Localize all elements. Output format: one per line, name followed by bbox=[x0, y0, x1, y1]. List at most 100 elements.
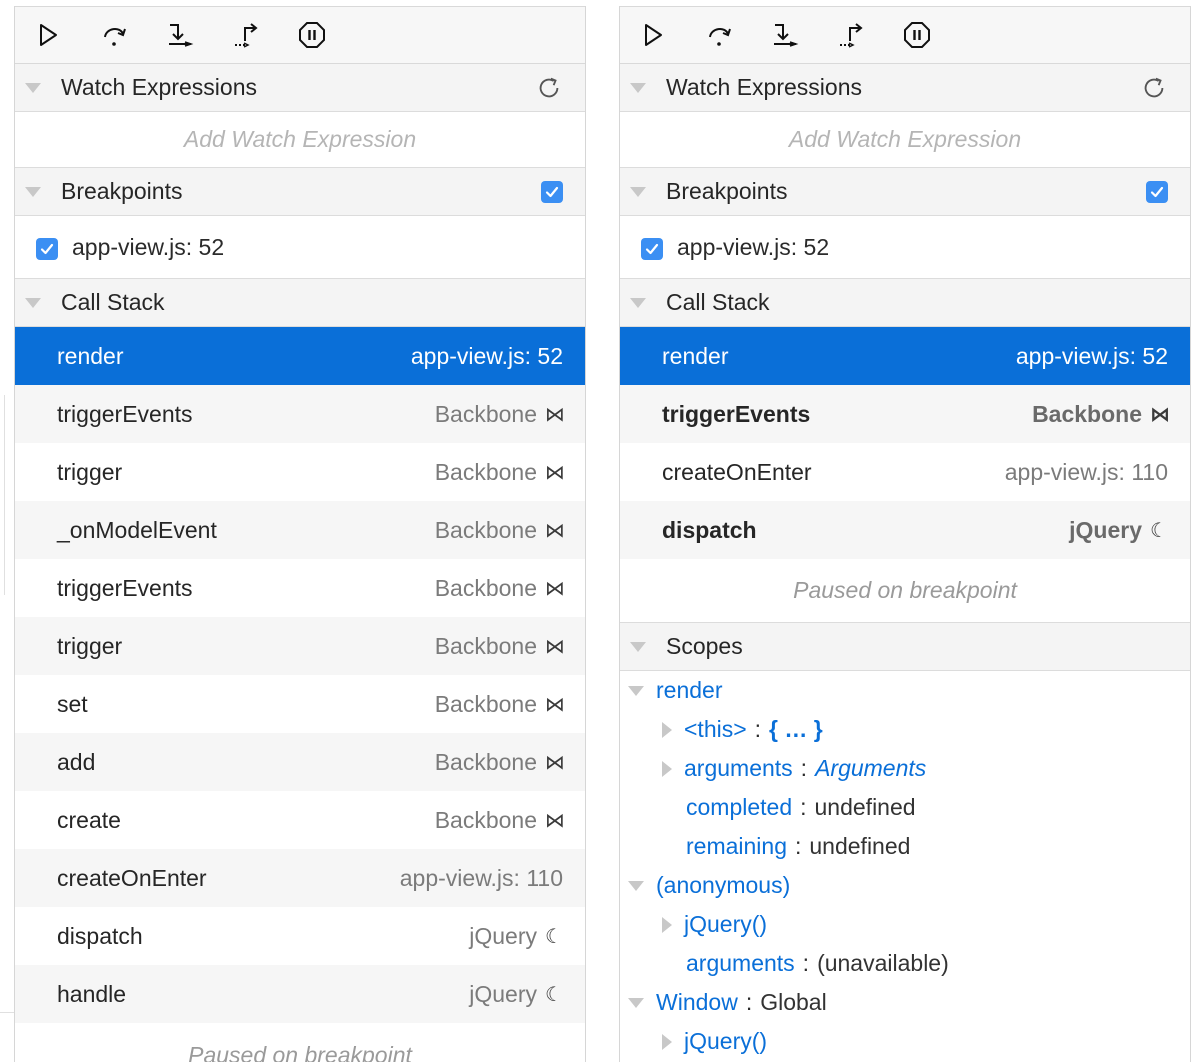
scope-variable: arguments: (unavailable) bbox=[686, 950, 949, 976]
check-icon bbox=[39, 241, 55, 257]
scopes-header[interactable]: Scopes bbox=[620, 623, 1190, 671]
stack-frame[interactable]: set Backbone ⋈ bbox=[15, 675, 585, 733]
background-divider bbox=[4, 395, 5, 595]
scope-variable[interactable]: jQuery() bbox=[620, 905, 1190, 944]
call-stack-list: render app-view.js: 52 triggerEvents Backb… bbox=[620, 327, 1190, 559]
var-value: Arguments bbox=[815, 755, 927, 781]
collapsed-arrow-icon bbox=[662, 1033, 672, 1050]
frame-function: render bbox=[57, 342, 124, 369]
step-out-button[interactable] bbox=[229, 18, 263, 52]
call-stack-header[interactable]: Call Stack bbox=[620, 279, 1190, 327]
breakpoints-header[interactable]: Breakpoints bbox=[620, 168, 1190, 216]
frame-function: _onModelEvent bbox=[57, 516, 217, 543]
stack-frame[interactable]: triggerEvents Backbone ⋈ bbox=[15, 559, 585, 617]
check-icon bbox=[1149, 184, 1165, 200]
frame-location: jQuery bbox=[469, 922, 537, 949]
scope-variable[interactable]: <this>:{ … } bbox=[620, 710, 1190, 749]
add-watch-expression-input[interactable]: Add Watch Expression bbox=[620, 112, 1190, 168]
stack-frame[interactable]: trigger Backbone ⋈ bbox=[15, 617, 585, 675]
frame-function: createOnEnter bbox=[662, 458, 812, 485]
watch-expressions-header[interactable]: Watch Expressions bbox=[15, 64, 585, 112]
frame-location: jQuery bbox=[469, 980, 537, 1007]
frame-location: Backbone bbox=[434, 806, 537, 833]
disclosure-triangle-icon bbox=[630, 641, 646, 652]
scopes-tree: render <this>:{ … } arguments: Arguments … bbox=[620, 671, 1190, 1061]
frame-function: create bbox=[57, 806, 121, 833]
section-title: Watch Expressions bbox=[61, 74, 257, 100]
step-over-button[interactable] bbox=[702, 18, 736, 52]
var-value: (unavailable) bbox=[817, 950, 949, 976]
stack-frame[interactable]: render app-view.js: 52 bbox=[15, 327, 585, 385]
pause-on-exceptions-button[interactable] bbox=[295, 18, 329, 52]
scope-render[interactable]: render bbox=[620, 671, 1190, 710]
disclosure-triangle-icon bbox=[25, 186, 41, 197]
stack-frame[interactable]: _onModelEvent Backbone ⋈ bbox=[15, 501, 585, 559]
frame-location: Backbone bbox=[434, 690, 537, 717]
stack-frame[interactable]: trigger Backbone ⋈ bbox=[15, 443, 585, 501]
refresh-icon bbox=[1140, 74, 1168, 102]
debugger-sidebar-right: Watch Expressions Add Watch Expression B… bbox=[619, 6, 1191, 1062]
frame-function: set bbox=[57, 690, 88, 717]
continue-button[interactable] bbox=[31, 18, 65, 52]
step-out-icon bbox=[231, 20, 261, 50]
section-title: Breakpoints bbox=[666, 178, 788, 204]
breakpoint-item[interactable]: app-view.js: 52 bbox=[15, 216, 585, 279]
stack-frame[interactable]: render app-view.js: 52 bbox=[620, 327, 1190, 385]
refresh-button[interactable] bbox=[535, 74, 563, 102]
pause-icon bbox=[902, 20, 932, 50]
frame-function: triggerEvents bbox=[57, 400, 193, 427]
stack-frame[interactable]: triggerEvents Backbone ⋈ bbox=[15, 385, 585, 443]
frame-location: app-view.js: 52 bbox=[1015, 342, 1168, 369]
jquery-icon: ☾ bbox=[1150, 519, 1168, 542]
step-into-button[interactable] bbox=[163, 18, 197, 52]
scope-variable[interactable]: arguments: Arguments bbox=[620, 749, 1190, 788]
stack-frame-group[interactable]: dispatch jQuery ☾ bbox=[620, 501, 1190, 559]
disclosure-triangle-icon bbox=[25, 297, 41, 308]
breakpoint-checkbox[interactable] bbox=[36, 238, 58, 260]
step-over-button[interactable] bbox=[97, 18, 131, 52]
scope-variable: remaining: undefined bbox=[686, 833, 911, 859]
scope-type: Global bbox=[760, 989, 827, 1015]
frame-location: Backbone bbox=[434, 458, 537, 485]
refresh-icon bbox=[535, 74, 563, 102]
breakpoint-item[interactable]: app-view.js: 52 bbox=[620, 216, 1190, 279]
paused-status: Paused on breakpoint bbox=[188, 1041, 412, 1062]
scope-anonymous[interactable]: (anonymous) bbox=[620, 866, 1190, 905]
step-out-button[interactable] bbox=[834, 18, 868, 52]
frame-location: app-view.js: 110 bbox=[399, 864, 563, 891]
refresh-button[interactable] bbox=[1140, 74, 1168, 102]
breakpoints-header[interactable]: Breakpoints bbox=[15, 168, 585, 216]
stack-frame[interactable]: handle jQuery ☾ bbox=[15, 965, 585, 1023]
toggle-all-breakpoints-checkbox[interactable] bbox=[1146, 180, 1168, 203]
backbone-icon: ⋈ bbox=[545, 751, 565, 774]
frame-location: app-view.js: 110 bbox=[1004, 458, 1168, 485]
disclosure-triangle-icon bbox=[630, 297, 646, 308]
pause-on-exceptions-button[interactable] bbox=[900, 18, 934, 52]
frame-function: trigger bbox=[57, 632, 123, 659]
frame-location: Backbone bbox=[434, 516, 537, 543]
step-into-button[interactable] bbox=[768, 18, 802, 52]
section-title: Watch Expressions bbox=[666, 74, 862, 100]
stack-frame[interactable]: createOnEnter app-view.js: 110 bbox=[15, 849, 585, 907]
var-value: undefined bbox=[809, 833, 911, 859]
stack-frame[interactable]: add Backbone ⋈ bbox=[15, 733, 585, 791]
scope-variable[interactable]: jQuery() bbox=[620, 1022, 1190, 1061]
toggle-all-breakpoints-checkbox[interactable] bbox=[541, 180, 563, 203]
scope-window[interactable]: Window: Global bbox=[620, 983, 1190, 1022]
call-stack-header[interactable]: Call Stack bbox=[15, 279, 585, 327]
backbone-icon: ⋈ bbox=[545, 635, 565, 658]
add-watch-expression-input[interactable]: Add Watch Expression bbox=[15, 112, 585, 168]
stack-frame[interactable]: create Backbone ⋈ bbox=[15, 791, 585, 849]
breakpoint-checkbox[interactable] bbox=[641, 238, 663, 260]
section-title: Call Stack bbox=[61, 289, 165, 315]
var-name: completed bbox=[686, 794, 793, 820]
stack-frame-group[interactable]: triggerEvents Backbone ⋈ bbox=[620, 385, 1190, 443]
stack-frame[interactable]: createOnEnter app-view.js: 110 bbox=[620, 443, 1190, 501]
var-value: undefined bbox=[814, 794, 916, 820]
paused-status: Paused on breakpoint bbox=[620, 559, 1190, 623]
watch-expressions-header[interactable]: Watch Expressions bbox=[620, 64, 1190, 112]
stack-frame[interactable]: dispatch jQuery ☾ bbox=[15, 907, 585, 965]
collapsed-arrow-icon bbox=[662, 721, 672, 738]
background-divider bbox=[0, 1012, 14, 1013]
continue-button[interactable] bbox=[636, 18, 670, 52]
